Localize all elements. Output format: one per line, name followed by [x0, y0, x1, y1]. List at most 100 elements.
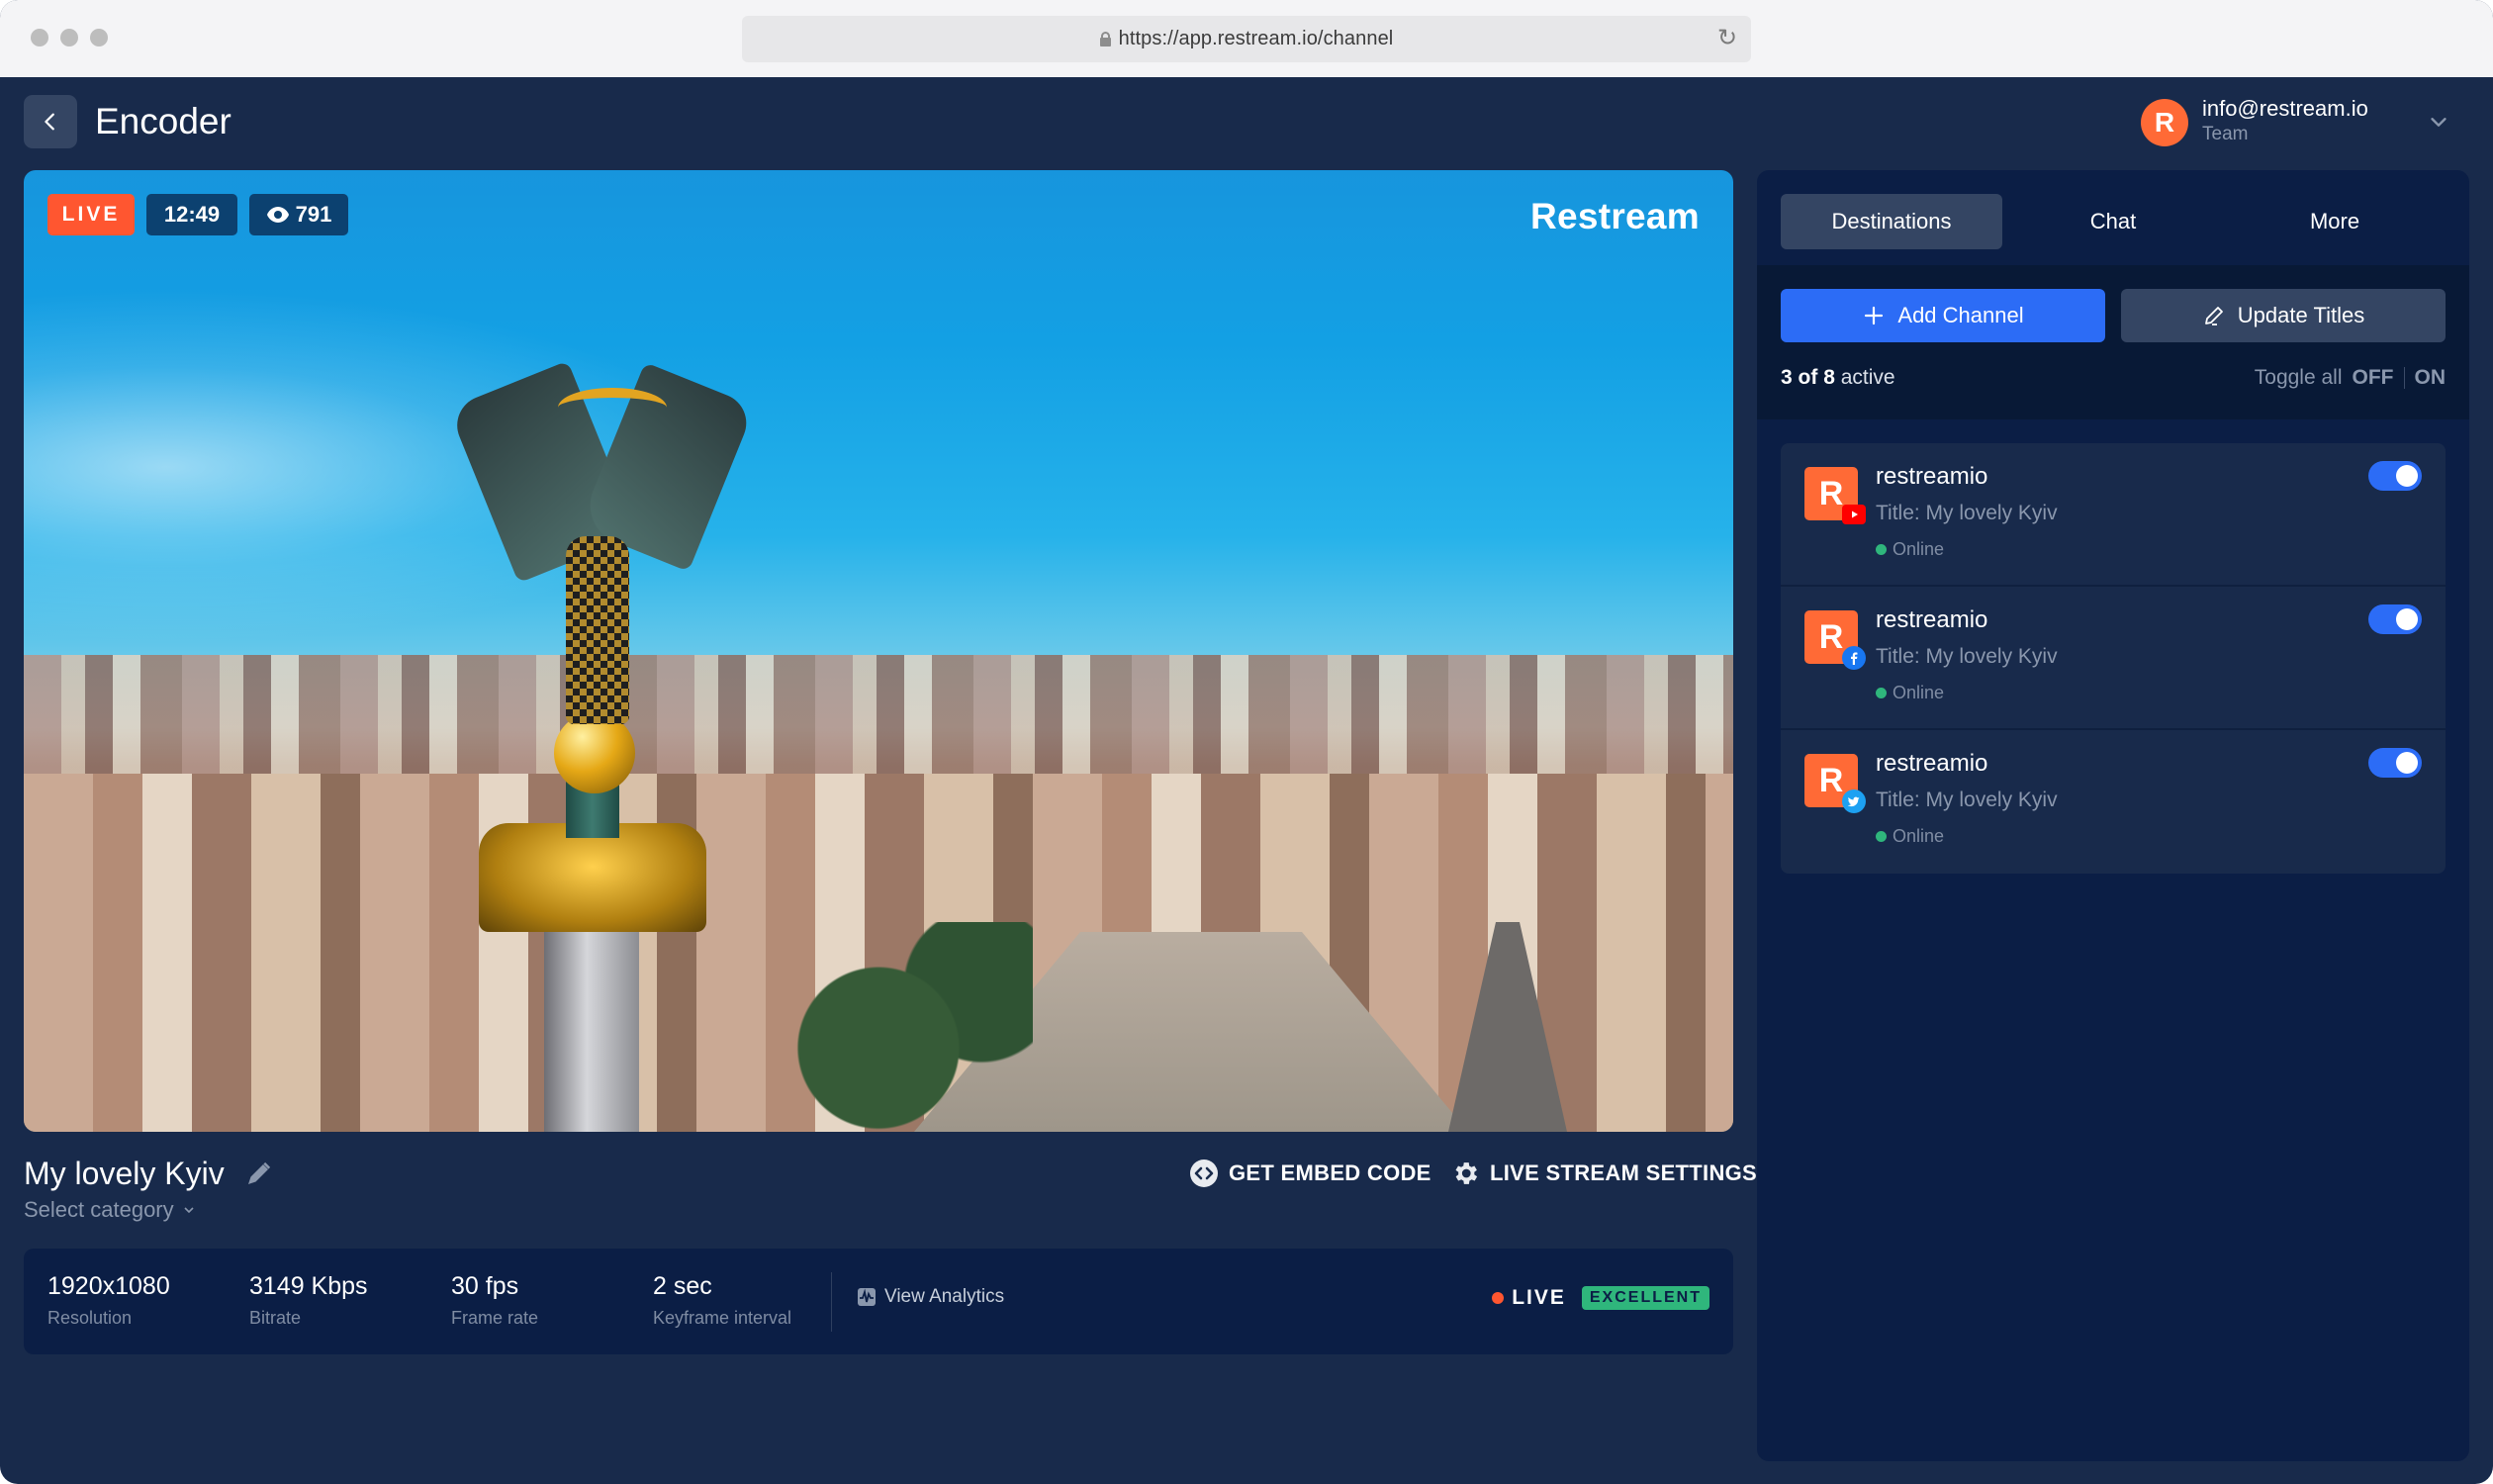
destination-name: restreamio	[1876, 750, 1988, 777]
toggle-all-control: Toggle all OFF ON	[2255, 366, 2446, 390]
destination-status: Online	[1876, 680, 1944, 705]
toggle-all-label: Toggle all	[2254, 366, 2343, 389]
gear-icon	[1455, 1162, 1478, 1184]
destination-item: R restreamio Title: My lovely Kyiv Onlin…	[1781, 443, 2446, 587]
destination-title: Title: My lovely Kyiv	[1876, 645, 2058, 668]
stream-stats-bar: 1920x1080 Resolution 3149 Kbps Bitrate 3…	[24, 1249, 1733, 1354]
live-stream-settings-label: LIVE STREAM SETTINGS	[1490, 1160, 1758, 1185]
chevron-left-icon	[45, 113, 54, 131]
facebook-icon	[1842, 646, 1866, 670]
tab-chat[interactable]: Chat	[2002, 194, 2224, 249]
pencil-icon	[2204, 307, 2223, 325]
status-text: Online	[1893, 683, 1945, 702]
destination-name: restreamio	[1876, 463, 1988, 490]
viewers-count: 791	[295, 202, 332, 227]
stat-label: Resolution	[47, 1308, 133, 1328]
destination-item: R restreamio Title: My lovely Kyiv Onlin…	[1781, 730, 2446, 874]
stat-label: Bitrate	[249, 1308, 302, 1328]
account-role: Team	[2202, 124, 2249, 144]
code-icon	[1190, 1159, 1218, 1187]
get-embed-code-label: GET EMBED CODE	[1229, 1160, 1431, 1185]
side-panel: Destinations Chat More Add Channel Updat…	[1757, 170, 2469, 1461]
back-button[interactable]	[24, 95, 77, 148]
add-channel-button[interactable]: Add Channel	[1781, 289, 2105, 342]
online-dot-icon	[1876, 543, 1887, 555]
duration-badge: 12:49	[146, 194, 237, 235]
browser-chrome: https://app.restream.io/channel ↻	[0, 0, 2493, 77]
online-dot-icon	[1876, 687, 1887, 698]
stat-frame-rate: 30 fps Frame rate	[451, 1270, 538, 1332]
stat-bitrate: 3149 Kbps Bitrate	[249, 1270, 368, 1332]
live-badge: LIVE	[47, 194, 135, 235]
account-menu[interactable]: R info@restream.io Team	[2141, 95, 2457, 148]
update-titles-button[interactable]: Update Titles	[2121, 289, 2446, 342]
page-title: Encoder	[95, 101, 231, 141]
category-placeholder: Select category	[24, 1197, 174, 1222]
destination-status: Online	[1876, 536, 1944, 562]
online-dot-icon	[1876, 830, 1887, 842]
update-titles-label: Update Titles	[2237, 303, 2365, 327]
view-analytics-label: View Analytics	[884, 1286, 1005, 1307]
address-bar[interactable]: https://app.restream.io/channel ↻	[742, 16, 1751, 62]
live-stream-settings-button[interactable]: LIVE STREAM SETTINGS	[1450, 1156, 1757, 1191]
live-dot-icon	[1492, 1292, 1505, 1304]
toggle-all-off-button[interactable]: OFF	[2353, 366, 2394, 390]
video-scene-capital	[479, 823, 706, 932]
reload-icon[interactable]: ↻	[1713, 24, 1741, 53]
tab-destinations[interactable]: Destinations	[1781, 194, 2002, 249]
of-word: of	[1798, 366, 1818, 389]
add-channel-label: Add Channel	[1897, 303, 2024, 327]
stat-label: Keyframe interval	[653, 1308, 792, 1328]
destination-item: R restreamio Title: My lovely Kyiv Onlin…	[1781, 587, 2446, 730]
status-text: Online	[1893, 826, 1945, 846]
window-close-button[interactable]	[31, 29, 48, 46]
account-email: info@restream.io	[2202, 96, 2368, 121]
brand-watermark: Restream	[1529, 196, 1700, 236]
destination-toggle[interactable]	[2368, 604, 2422, 634]
active-suffix: active	[1840, 366, 1895, 389]
video-scene-wreath	[558, 388, 667, 427]
video-scene-trees	[776, 922, 1033, 1132]
destination-title: Title: My lovely Kyiv	[1876, 502, 2058, 524]
active-channels-count: 3 of 8 active	[1781, 366, 1895, 390]
video-preview[interactable]: LIVE 12:49 791 Restream	[24, 170, 1733, 1132]
side-panel-tabs: Destinations Chat More	[1757, 170, 2469, 265]
live-status: LIVE EXCELLENT	[1492, 1286, 1709, 1310]
stream-quality-badge: EXCELLENT	[1581, 1286, 1709, 1310]
stat-value: 1920x1080	[47, 1272, 170, 1300]
analytics-icon	[858, 1288, 876, 1306]
app-window: https://app.restream.io/channel ↻ Encode…	[0, 0, 2493, 1484]
viewers-badge: 791	[249, 194, 348, 235]
category-select[interactable]: Select category	[24, 1195, 196, 1225]
destination-name: restreamio	[1876, 606, 1988, 633]
youtube-icon	[1842, 505, 1866, 524]
lock-icon	[1099, 32, 1111, 46]
destinations-toolbar: Add Channel Update Titles 3 of 8 active …	[1757, 265, 2469, 419]
stat-value: 3149 Kbps	[249, 1272, 368, 1300]
url-text[interactable]: https://app.restream.io/channel	[1119, 28, 1394, 50]
active-number: 3	[1781, 366, 1793, 389]
plus-icon	[1865, 306, 1884, 325]
video-scene-globe	[554, 712, 635, 793]
video-scene-statue	[566, 536, 629, 724]
window-maximize-button[interactable]	[90, 29, 108, 46]
tab-more[interactable]: More	[2224, 194, 2446, 249]
destination-title: Title: My lovely Kyiv	[1876, 788, 2058, 811]
destination-toggle[interactable]	[2368, 461, 2422, 491]
stat-label: Frame rate	[451, 1308, 539, 1328]
window-minimize-button[interactable]	[60, 29, 78, 46]
stat-value: 30 fps	[451, 1272, 519, 1300]
divider	[2403, 367, 2405, 389]
pencil-icon[interactable]	[243, 1159, 273, 1189]
destination-toggle[interactable]	[2368, 748, 2422, 778]
view-analytics-link[interactable]: View Analytics	[857, 1286, 1004, 1308]
toggle-all-on-button[interactable]: ON	[2415, 366, 2447, 390]
stat-resolution: 1920x1080 Resolution	[47, 1270, 170, 1332]
live-status-text: LIVE	[1512, 1286, 1566, 1309]
chevron-down-icon[interactable]	[2428, 111, 2449, 133]
avatar: R	[2141, 99, 2188, 146]
chevron-down-icon	[184, 1207, 194, 1214]
get-embed-code-button[interactable]: GET EMBED CODE	[1189, 1156, 1431, 1191]
status-text: Online	[1893, 539, 1945, 559]
eye-icon	[266, 207, 289, 223]
